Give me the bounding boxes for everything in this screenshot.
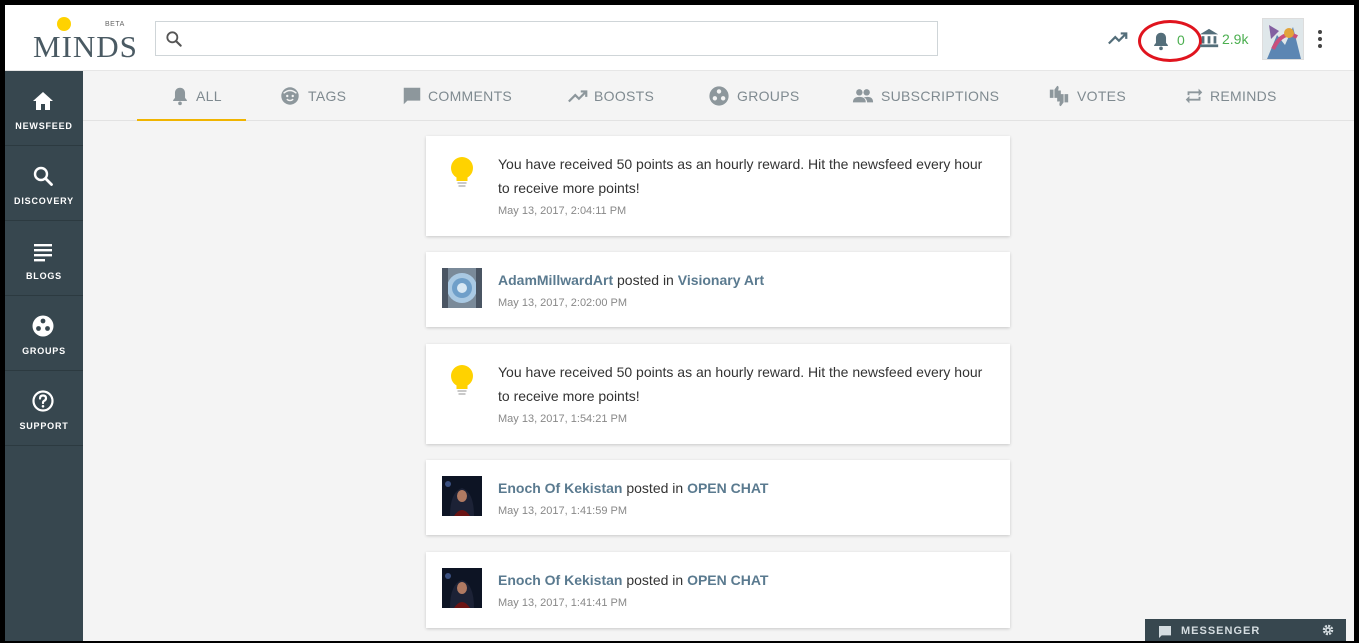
chat-icon (1159, 626, 1171, 638)
search-bar (155, 21, 938, 56)
gear-icon[interactable] (1321, 623, 1335, 637)
group-link[interactable]: Visionary Art (678, 272, 764, 288)
group-link[interactable]: OPEN CHAT (687, 480, 768, 496)
tab-groups[interactable]: GROUPS (708, 71, 808, 121)
search-icon (33, 166, 53, 186)
lightbulb-icon (442, 360, 482, 400)
comment-icon (403, 87, 421, 105)
sidebar-item-groups[interactable]: GROUPS (5, 296, 83, 371)
bank-icon[interactable] (1198, 27, 1220, 49)
notification-verb: posted in (617, 272, 674, 288)
tag-face-icon (281, 87, 299, 105)
tab-label: COMMENTS (428, 88, 513, 104)
user-avatar[interactable] (1262, 18, 1304, 60)
notification-time: May 13, 2017, 1:41:41 PM (498, 597, 628, 609)
tab-label: ALL (196, 88, 222, 104)
bell-icon (1154, 32, 1168, 51)
top-bar: MINDS BETA 0 2.9k (5, 5, 1354, 71)
logo-text: MINDS (33, 29, 138, 64)
tab-reminds[interactable]: REMINDS (1183, 71, 1293, 121)
user-avatar[interactable] (442, 268, 482, 308)
notification-verb: posted in (626, 572, 684, 588)
user-avatar[interactable] (442, 476, 482, 516)
user-link[interactable]: Enoch Of Kekistan (498, 572, 622, 588)
tab-subscriptions[interactable]: SUBSCRIPTIONS (852, 71, 1002, 121)
bell-icon (173, 87, 187, 106)
notification-time: May 13, 2017, 1:54:21 PM (498, 413, 628, 425)
repeat-icon (1185, 88, 1203, 104)
tab-label: BOOSTS (594, 88, 655, 104)
app-window: MINDS BETA 0 2.9k NEWSFEED DISCOVERY BLO… (5, 5, 1354, 641)
notification-time: May 13, 2017, 1:41:59 PM (498, 505, 628, 517)
tab-tags[interactable]: TAGS (279, 71, 379, 121)
group-link[interactable]: OPEN CHAT (687, 572, 768, 588)
tab-boosts[interactable]: BOOSTS (567, 71, 667, 121)
tab-label: VOTES (1077, 88, 1126, 104)
trending-icon (568, 90, 588, 103)
user-link[interactable]: AdamMillwardArt (498, 272, 613, 288)
sidebar-item-newsfeed[interactable]: NEWSFEED (5, 71, 83, 146)
search-icon (166, 31, 182, 47)
sidebar-item-label: NEWSFEED (15, 121, 73, 131)
notification-text: You have received 50 points as an hourly… (498, 364, 983, 404)
avatar-image (1263, 19, 1303, 59)
wallet-points[interactable]: 2.9k (1222, 31, 1248, 47)
notification-filter-tabs: ALL TAGS COMMENTS BOOSTS GROUPS SUBSCRIP… (83, 71, 1354, 121)
sidebar-item-support[interactable]: SUPPORT (5, 371, 83, 446)
more-vertical-icon[interactable] (1314, 27, 1326, 51)
people-icon (852, 89, 874, 103)
help-icon (32, 390, 54, 412)
notification-text: AdamMillwardArt posted in Visionary Art (498, 268, 988, 292)
thumbs-icon (1049, 85, 1069, 107)
notification-text: Enoch Of Kekistan posted in OPEN CHAT (498, 476, 988, 500)
tab-all[interactable]: ALL (137, 71, 246, 121)
tab-label: TAGS (308, 88, 347, 104)
minds-logo[interactable]: MINDS BETA (31, 15, 137, 64)
notification-text: Enoch Of Kekistan posted in OPEN CHAT (498, 568, 988, 592)
sidebar-item-blogs[interactable]: BLOGS (5, 221, 83, 296)
notification-text: You have received 50 points as an hourly… (498, 156, 983, 196)
notification-verb: posted in (626, 480, 684, 496)
tab-label: SUBSCRIPTIONS (881, 88, 1000, 104)
home-icon (33, 92, 53, 110)
sidebar-item-label: GROUPS (22, 346, 66, 356)
notification-time: May 13, 2017, 2:02:00 PM (498, 297, 628, 309)
notification-card[interactable]: Enoch Of Kekistan posted in OPEN CHAT Ma… (426, 552, 1010, 628)
groups-icon (709, 86, 729, 106)
sidebar-item-label: SUPPORT (19, 421, 69, 431)
tab-votes[interactable]: VOTES (1048, 71, 1148, 121)
search-input[interactable] (192, 22, 932, 55)
sidebar: NEWSFEED DISCOVERY BLOGS GROUPS SUPPORT (5, 71, 83, 641)
sidebar-item-discovery[interactable]: DISCOVERY (5, 146, 83, 221)
tab-comments[interactable]: COMMENTS (401, 71, 541, 121)
beta-badge: BETA (105, 21, 125, 28)
blogs-icon (34, 244, 52, 262)
notification-card[interactable]: You have received 50 points as an hourly… (426, 344, 1010, 444)
lightbulb-icon (442, 152, 482, 192)
notification-card[interactable]: You have received 50 points as an hourly… (426, 136, 1010, 236)
sidebar-item-label: BLOGS (25, 271, 62, 281)
trending-icon[interactable] (1106, 27, 1130, 49)
user-link[interactable]: Enoch Of Kekistan (498, 480, 622, 496)
notifications-button[interactable]: 0 (1138, 20, 1202, 64)
notification-card[interactable]: Enoch Of Kekistan posted in OPEN CHAT Ma… (426, 460, 1010, 535)
notification-count: 0 (1177, 32, 1185, 48)
messenger-bar[interactable]: MESSENGER (1145, 619, 1346, 641)
sidebar-item-label: DISCOVERY (14, 196, 74, 206)
tab-label: REMINDS (1210, 88, 1277, 104)
messenger-label: MESSENGER (1181, 625, 1261, 637)
notification-time: May 13, 2017, 2:04:11 PM (498, 205, 627, 217)
notification-card[interactable]: AdamMillwardArt posted in Visionary Art … (426, 252, 1010, 327)
user-avatar[interactable] (442, 568, 482, 608)
tab-label: GROUPS (737, 88, 800, 104)
groups-icon (32, 315, 54, 337)
